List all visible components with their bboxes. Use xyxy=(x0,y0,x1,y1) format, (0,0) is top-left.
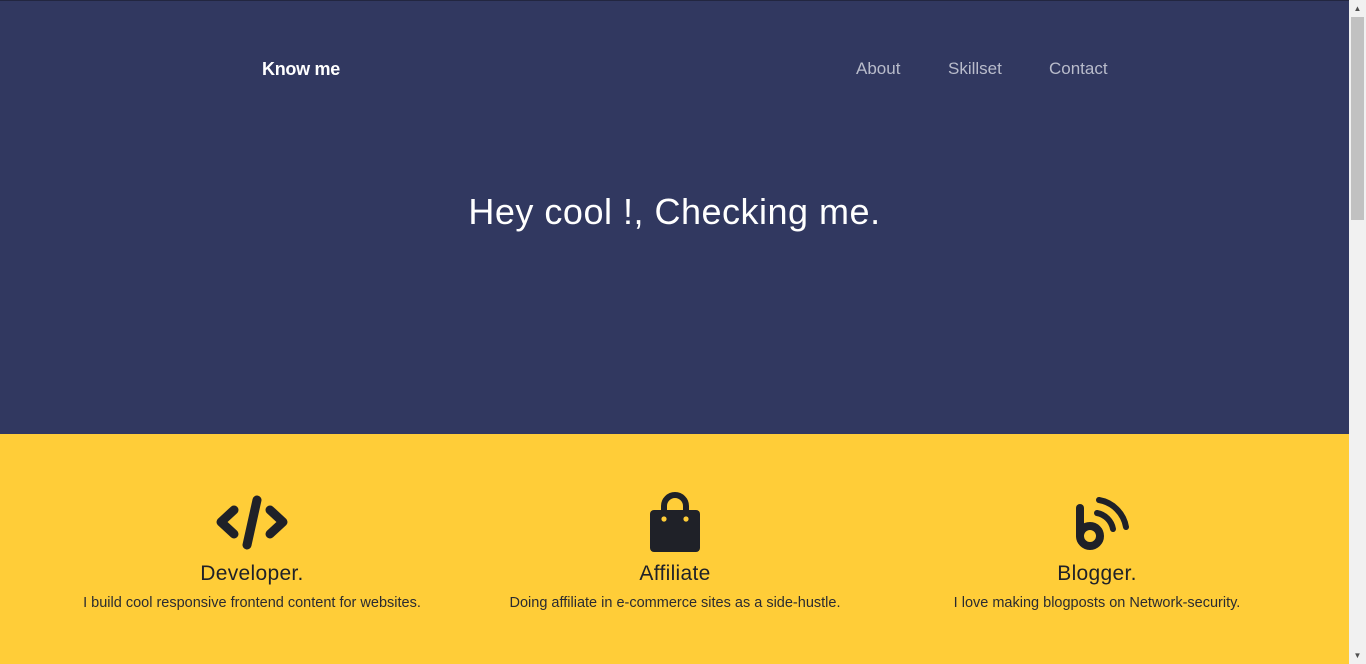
code-icon xyxy=(216,495,288,550)
feature-title: Affiliate xyxy=(639,562,711,585)
hero-title: Hey cool !, Checking me. xyxy=(468,191,881,232)
nav-link-about[interactable]: About xyxy=(856,59,900,79)
scroll-up-arrow-icon[interactable]: ▲ xyxy=(1349,0,1366,17)
features-section: Developer. I build cool responsive front… xyxy=(0,434,1349,664)
feature-card-blogger: Blogger. I love making blogposts on Netw… xyxy=(887,492,1307,611)
feature-card-developer: Developer. I build cool responsive front… xyxy=(42,492,462,611)
feature-card-affiliate: Affiliate Doing affiliate in e-commerce … xyxy=(465,492,885,611)
shopping-bag-icon xyxy=(650,492,700,552)
blogger-icon xyxy=(1076,497,1129,550)
scrollbar-thumb[interactable] xyxy=(1351,17,1364,220)
main-nav: About Skillset Contact xyxy=(0,59,1349,81)
nav-link-contact[interactable]: Contact xyxy=(1049,59,1108,79)
feature-description: Doing affiliate in e-commerce sites as a… xyxy=(509,595,841,611)
scroll-down-arrow-icon[interactable]: ▼ xyxy=(1349,647,1366,664)
feature-title: Developer. xyxy=(200,562,304,585)
vertical-scrollbar[interactable]: ▲ ▼ xyxy=(1349,0,1366,664)
feature-description: I build cool responsive frontend content… xyxy=(83,595,421,611)
feature-description: I love making blogposts on Network-secur… xyxy=(953,595,1241,611)
hero-section: Know me About Skillset Contact Hey cool … xyxy=(0,0,1349,434)
nav-link-skillset[interactable]: Skillset xyxy=(948,59,1002,79)
feature-title: Blogger. xyxy=(1057,562,1137,585)
